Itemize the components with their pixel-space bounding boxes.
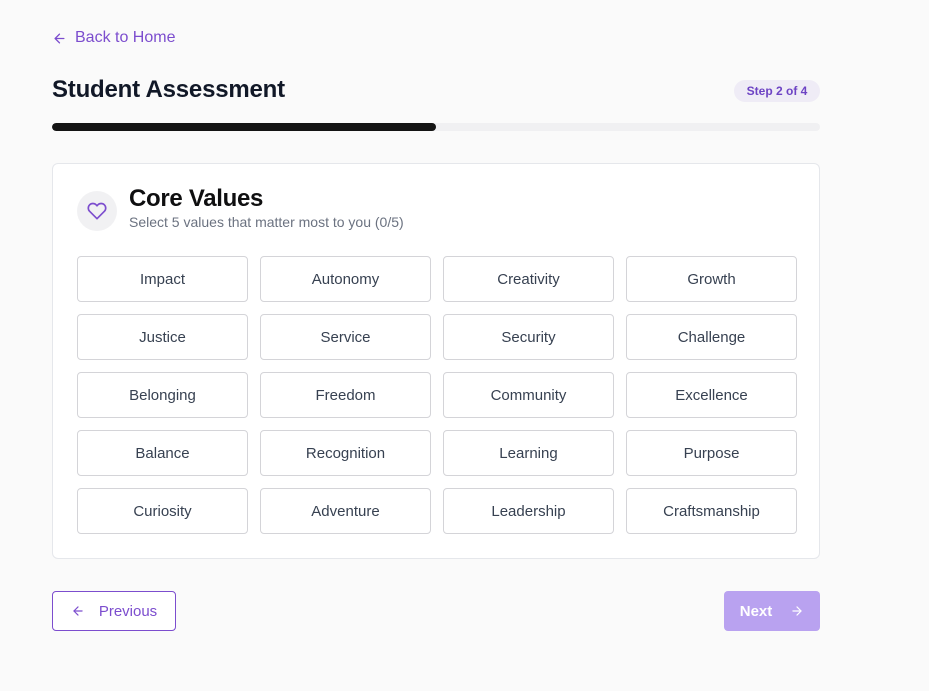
value-option[interactable]: Autonomy bbox=[260, 256, 431, 302]
heart-icon bbox=[77, 191, 117, 231]
value-option[interactable]: Service bbox=[260, 314, 431, 360]
next-button[interactable]: Next bbox=[724, 591, 820, 631]
value-option[interactable]: Community bbox=[443, 372, 614, 418]
value-option[interactable]: Growth bbox=[626, 256, 797, 302]
value-option[interactable]: Challenge bbox=[626, 314, 797, 360]
step-badge: Step 2 of 4 bbox=[734, 80, 820, 102]
previous-button[interactable]: Previous bbox=[52, 591, 176, 631]
previous-button-label: Previous bbox=[98, 602, 158, 620]
value-option[interactable]: Justice bbox=[77, 314, 248, 360]
page-title: Student Assessment bbox=[52, 76, 285, 103]
arrow-right-icon bbox=[792, 606, 802, 616]
value-option[interactable]: Craftsmanship bbox=[626, 488, 797, 534]
value-option[interactable]: Creativity bbox=[443, 256, 614, 302]
value-option[interactable]: Adventure bbox=[260, 488, 431, 534]
value-option[interactable]: Belonging bbox=[77, 372, 248, 418]
value-option[interactable]: Curiosity bbox=[77, 488, 248, 534]
values-grid: Impact Autonomy Creativity Growth Justice Ser… bbox=[77, 256, 797, 534]
value-option[interactable]: Excellence bbox=[626, 372, 797, 418]
arrow-left-icon bbox=[73, 606, 83, 616]
next-button-label: Next bbox=[739, 602, 773, 620]
value-option[interactable]: Recognition bbox=[260, 430, 431, 476]
progress-bar-fill bbox=[52, 123, 436, 131]
back-to-home-label: Back to Home bbox=[75, 29, 176, 46]
value-option[interactable]: Purpose bbox=[626, 430, 797, 476]
value-option[interactable]: Security bbox=[443, 314, 614, 360]
card-title: Core Values bbox=[129, 185, 264, 212]
value-option[interactable]: Leadership bbox=[443, 488, 614, 534]
value-option[interactable]: Balance bbox=[77, 430, 248, 476]
back-to-home-link[interactable]: Back to Home bbox=[52, 29, 175, 47]
card-subtitle: Select 5 values that matter most to you … bbox=[129, 214, 404, 230]
value-option[interactable]: Freedom bbox=[260, 372, 431, 418]
core-values-card: Core Values Select 5 values that matter … bbox=[52, 163, 820, 559]
progress-bar bbox=[52, 123, 820, 131]
arrow-left-icon bbox=[54, 33, 65, 43]
value-option[interactable]: Learning bbox=[443, 430, 614, 476]
value-option[interactable]: Impact bbox=[77, 256, 248, 302]
